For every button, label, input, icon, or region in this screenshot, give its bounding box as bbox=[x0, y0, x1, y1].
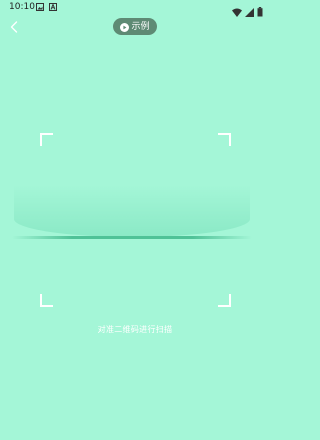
scan-glow bbox=[14, 185, 250, 237]
scan-corner-bottom-left bbox=[40, 294, 53, 307]
scan-line bbox=[12, 236, 252, 239]
scan-corner-top-right bbox=[218, 133, 231, 146]
play-circle-icon bbox=[120, 17, 130, 36]
battery-icon bbox=[257, 2, 263, 21]
scan-corner-top-left bbox=[40, 133, 53, 146]
example-button[interactable]: 示例 bbox=[113, 18, 157, 35]
back-button[interactable] bbox=[6, 18, 22, 36]
scan-corner-bottom-right bbox=[218, 294, 231, 307]
scan-hint-text: 对准二维码进行扫描 bbox=[97, 325, 173, 334]
chevron-left-icon bbox=[10, 18, 18, 37]
a-notification-icon bbox=[49, 3, 57, 11]
image-icon bbox=[36, 3, 44, 11]
wifi-icon bbox=[232, 2, 242, 21]
example-label: 示例 bbox=[131, 21, 150, 32]
signal-icon bbox=[245, 2, 254, 21]
status-time: 10:10 bbox=[9, 2, 35, 12]
status-bar: 10:10 bbox=[0, 0, 270, 17]
